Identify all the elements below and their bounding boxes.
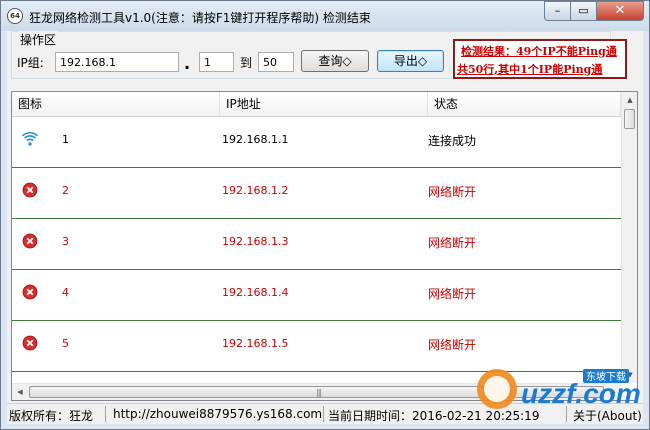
horizontal-scroll-thumb[interactable]: ||| bbox=[29, 386, 604, 398]
row-number: 4 bbox=[62, 286, 69, 299]
title-bar[interactable]: 64 狂龙网络检测工具v1.0(注意：请按F1键打开程序帮助) 检测结束 – ▭… bbox=[1, 1, 649, 31]
query-button[interactable]: 查询◇ bbox=[301, 50, 369, 72]
row-ip: 192.168.1.5 bbox=[222, 337, 289, 350]
list-body: 1 192.168.1.1 连接成功 2 192.168.1.2 网络断开 3 … bbox=[12, 116, 621, 376]
row-number: 1 bbox=[62, 133, 69, 146]
scroll-down-arrow-icon[interactable]: ▼ bbox=[622, 367, 637, 383]
vertical-scrollbar[interactable]: ▲ ▼ bbox=[621, 92, 637, 383]
result-line-2: 共50行,其中1个IP能Ping通 bbox=[457, 63, 603, 76]
horizontal-scrollbar[interactable]: ◀ ||| ▶ bbox=[12, 383, 621, 400]
scroll-left-arrow-icon[interactable]: ◀ bbox=[12, 384, 28, 400]
ip-dot-separator: . bbox=[184, 54, 191, 73]
about-link[interactable]: 关于(About) bbox=[573, 407, 642, 424]
column-header-icon[interactable]: 图标 bbox=[12, 92, 220, 116]
row-ip: 192.168.1.4 bbox=[222, 286, 289, 299]
to-label: 到 bbox=[240, 56, 253, 70]
column-header-ip[interactable]: IP地址 bbox=[220, 92, 428, 116]
row-status: 网络断开 bbox=[428, 338, 477, 352]
close-button[interactable]: ✕ bbox=[596, 1, 644, 21]
error-icon bbox=[22, 233, 38, 249]
vertical-scroll-thumb[interactable] bbox=[624, 109, 635, 129]
status-separator bbox=[105, 406, 106, 422]
row-status: 网络断开 bbox=[428, 236, 477, 250]
ip-group-label: IP组: bbox=[17, 56, 44, 70]
maximize-button[interactable]: ▭ bbox=[570, 1, 597, 21]
error-icon bbox=[22, 182, 38, 198]
table-row[interactable]: 2 192.168.1.2 网络断开 bbox=[12, 167, 621, 219]
error-icon bbox=[22, 335, 38, 351]
row-number: 5 bbox=[62, 337, 69, 350]
row-number: 2 bbox=[62, 184, 69, 197]
ip-start-input[interactable] bbox=[199, 52, 234, 72]
table-row[interactable]: 4 192.168.1.4 网络断开 bbox=[12, 269, 621, 321]
row-ip: 192.168.1.2 bbox=[222, 184, 289, 197]
homepage-link[interactable]: http://zhouwei8879576.ys168.com bbox=[113, 407, 322, 421]
status-separator bbox=[566, 406, 567, 422]
row-ip: 192.168.1.1 bbox=[222, 133, 289, 146]
export-button[interactable]: 导出◇ bbox=[377, 50, 444, 72]
status-separator bbox=[323, 406, 324, 422]
wifi-signal-icon bbox=[22, 132, 38, 146]
error-icon bbox=[22, 284, 38, 300]
result-list[interactable]: 图标 IP地址 状态 1 192.168.1.1 连接成功 2 192.168.… bbox=[11, 91, 638, 401]
result-panel: 检测结果：49个IP不能Ping通 共50行,其中1个IP能Ping通 bbox=[453, 39, 627, 79]
minimize-button[interactable]: – bbox=[544, 1, 571, 21]
row-status: 网络断开 bbox=[428, 287, 477, 301]
app-icon: 64 bbox=[7, 8, 23, 24]
column-header-status[interactable]: 状态 bbox=[428, 92, 621, 116]
operation-group-label: 操作区 bbox=[18, 31, 59, 48]
list-header: 图标 IP地址 状态 bbox=[12, 92, 621, 117]
row-status: 网络断开 bbox=[428, 185, 477, 199]
client-area: 操作区 IP组: . 到 查询◇ 导出◇ 检测结果：49个IP不能Ping通 共… bbox=[7, 31, 643, 424]
app-window: 64 狂龙网络检测工具v1.0(注意：请按F1键打开程序帮助) 检测结束 – ▭… bbox=[0, 0, 650, 430]
status-bar: 版权所有：狂龙 http://zhouwei8879576.ys168.com … bbox=[7, 403, 643, 424]
datetime-text: 当前日期时间：2016-02-21 20:25:19 bbox=[328, 409, 540, 423]
ip-end-input[interactable] bbox=[258, 52, 294, 72]
table-row[interactable]: 3 192.168.1.3 网络断开 bbox=[12, 218, 621, 270]
ip-prefix-input[interactable] bbox=[55, 52, 179, 72]
table-row[interactable]: 5 192.168.1.5 网络断开 bbox=[12, 320, 621, 372]
scroll-right-arrow-icon[interactable]: ▶ bbox=[605, 384, 621, 400]
copyright-text: 版权所有：狂龙 bbox=[9, 409, 94, 423]
row-number: 3 bbox=[62, 235, 69, 248]
scroll-up-arrow-icon[interactable]: ▲ bbox=[622, 92, 637, 108]
result-line-1: 检测结果：49个IP不能Ping通 bbox=[461, 45, 617, 58]
window-title: 狂龙网络检测工具v1.0(注意：请按F1键打开程序帮助) 检测结束 bbox=[29, 11, 371, 25]
table-row[interactable]: 1 192.168.1.1 连接成功 bbox=[12, 116, 621, 168]
scroll-grip-icon: ||| bbox=[316, 388, 322, 397]
row-status: 连接成功 bbox=[428, 134, 477, 148]
row-ip: 192.168.1.3 bbox=[222, 235, 289, 248]
